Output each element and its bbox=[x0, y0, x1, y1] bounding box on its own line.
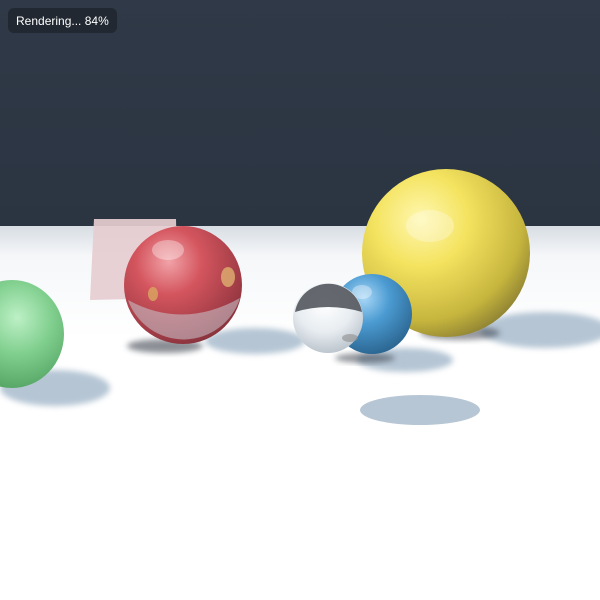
status-progress: 84% bbox=[84, 13, 109, 28]
sky-backdrop bbox=[0, 0, 600, 228]
glass-refraction bbox=[342, 334, 358, 342]
red-sphere-reflection-yellow bbox=[221, 267, 235, 287]
render-canvas bbox=[0, 0, 600, 600]
shadow-red-sphere bbox=[205, 328, 305, 354]
yellow-highlight bbox=[406, 210, 454, 242]
render-status-badge: Rendering... 84% bbox=[8, 8, 117, 33]
red-sphere-reflection-orange bbox=[148, 287, 158, 301]
shadow-far bbox=[360, 395, 480, 425]
contact-shadow-glass bbox=[335, 353, 395, 363]
render-viewport: Rendering... 84% bbox=[0, 0, 600, 600]
red-sphere-highlight bbox=[152, 240, 184, 260]
status-label: Rendering... bbox=[16, 13, 82, 28]
